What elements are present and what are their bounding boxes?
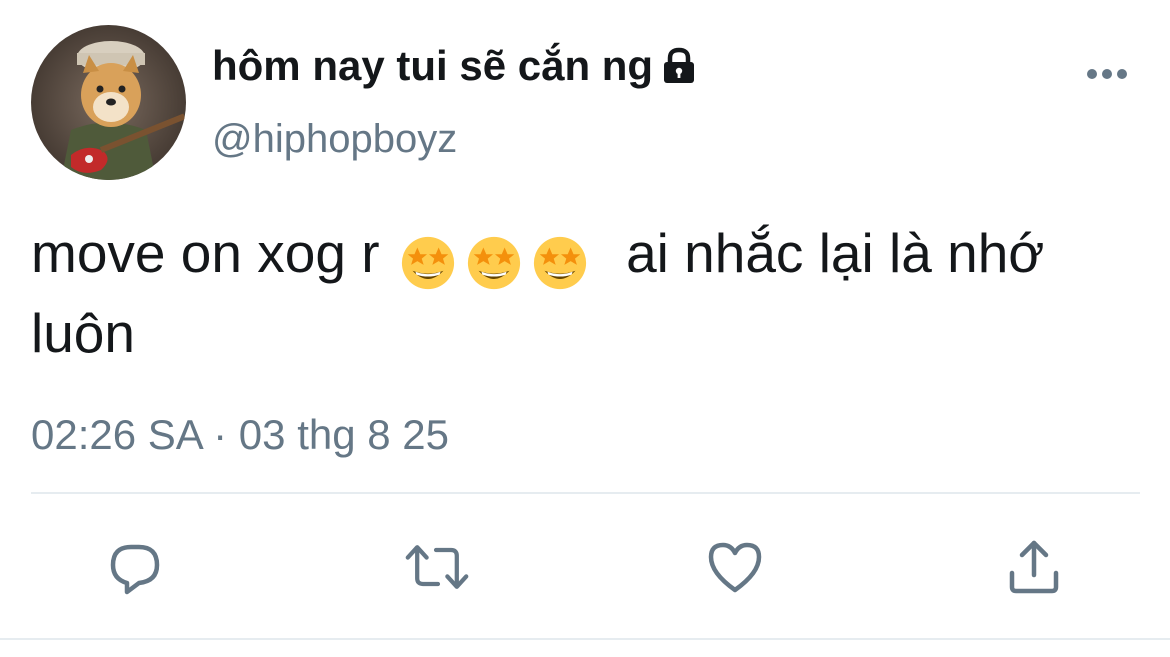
emoji-group xyxy=(399,222,597,296)
lock-icon xyxy=(659,46,699,86)
reply-icon xyxy=(110,544,160,595)
display-name[interactable]: hôm nay tui sẽ cắn ng xyxy=(212,40,699,92)
heart-icon xyxy=(708,542,762,593)
user-handle[interactable]: @hiphopboyz xyxy=(212,114,457,164)
display-name-text: hôm nay tui sẽ cắn ng xyxy=(212,42,654,89)
bottom-divider xyxy=(0,638,1170,640)
tweet-timestamp[interactable]: 02:26 SA · 03 thg 8 25 xyxy=(31,408,449,462)
retweet-button[interactable] xyxy=(404,537,469,597)
star-struck-emoji-icon xyxy=(401,237,454,290)
star-struck-emoji-icon xyxy=(467,237,520,290)
star-struck-emoji-icon xyxy=(533,237,586,290)
tweet-text: move on xog r ai nhắc lại là nhớ luôn xyxy=(31,216,1141,370)
reply-button[interactable] xyxy=(105,537,165,597)
share-icon xyxy=(1009,540,1059,594)
like-button[interactable] xyxy=(705,537,765,597)
retweet-icon xyxy=(405,545,469,589)
tweet-text-before: move on xog r xyxy=(31,222,380,284)
more-options-icon[interactable] xyxy=(1084,62,1130,86)
avatar[interactable] xyxy=(31,25,186,180)
divider xyxy=(31,492,1140,494)
share-button[interactable] xyxy=(1004,537,1064,597)
shiba-dog-guitar-avatar xyxy=(31,25,186,180)
